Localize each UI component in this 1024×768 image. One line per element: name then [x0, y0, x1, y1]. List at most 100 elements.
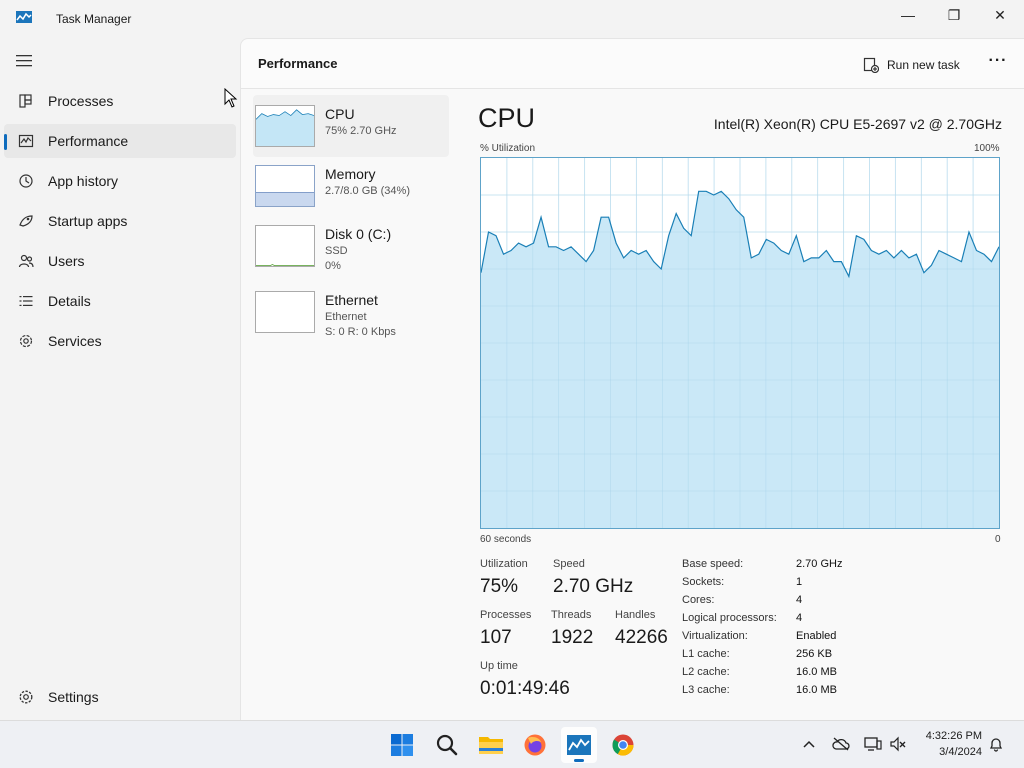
- spec-key: L3 cache:: [682, 684, 730, 696]
- spec-key: Sockets:: [682, 576, 725, 588]
- task-manager-taskbar-button[interactable]: [561, 727, 597, 763]
- start-button[interactable]: [384, 727, 420, 763]
- device-detail: 2.7/8.0 GB (34%): [325, 185, 410, 197]
- sidebar-item-label: Startup apps: [48, 213, 128, 229]
- services-icon: [19, 334, 33, 348]
- graph-y-label: % Utilization: [480, 143, 536, 154]
- cpu-utilization-graph: [480, 157, 1000, 529]
- ethernet-thumbnail-graph: [255, 291, 315, 333]
- page-title: Performance: [258, 56, 338, 71]
- sidebar-item-startup-apps[interactable]: Startup apps: [4, 204, 236, 238]
- close-button[interactable]: ✕: [977, 0, 1023, 30]
- more-options-button[interactable]: ···: [986, 52, 1010, 76]
- bell-icon: [989, 738, 1003, 752]
- sidebar-item-label: Performance: [48, 133, 129, 149]
- taskbar: 4:32:26 PM 3/4/2024: [0, 720, 1024, 768]
- maximize-button[interactable]: ❐: [931, 0, 977, 30]
- device-disk[interactable]: Disk 0 (C:) SSD 0%: [253, 215, 449, 277]
- device-name: Disk 0 (C:): [325, 226, 392, 242]
- device-detail: S: 0 R: 0 Kbps: [325, 326, 396, 338]
- show-hidden-icons-button[interactable]: [800, 735, 818, 753]
- performance-page: Performance Run new task ··· CPU 75% 2.7…: [240, 38, 1024, 720]
- volume-tray-button[interactable]: [890, 735, 908, 753]
- spec-value: 4: [796, 612, 803, 624]
- history-icon: [19, 174, 33, 188]
- file-explorer-icon: [479, 737, 503, 754]
- gear-icon: [19, 690, 33, 704]
- cpu-model-name: Intel(R) Xeon(R) CPU E5-2697 v2 @ 2.70GH…: [713, 116, 1002, 132]
- startup-icon: [19, 215, 33, 227]
- task-manager-app-icon: [16, 11, 32, 23]
- sidebar-item-performance[interactable]: Performance: [4, 124, 236, 158]
- file-explorer-button[interactable]: [473, 727, 509, 763]
- run-task-icon: [863, 57, 879, 73]
- graph-y-max-label: 100%: [974, 143, 1000, 154]
- device-detail: 75% 2.70 GHz: [325, 125, 397, 137]
- processes-icon: [19, 94, 32, 108]
- clock-date[interactable]: 3/4/2024: [912, 746, 982, 758]
- spec-value: 1: [796, 576, 803, 588]
- sidebar-item-label: Processes: [48, 93, 114, 109]
- handles-label: Handles: [615, 609, 656, 621]
- network-tray-button[interactable]: [864, 735, 882, 753]
- notifications-button[interactable]: [987, 735, 1005, 753]
- spec-value: Enabled: [796, 630, 837, 642]
- sidebar-item-label: Users: [48, 253, 85, 269]
- detail-title: CPU: [478, 103, 536, 133]
- spec-key: L1 cache:: [682, 648, 730, 660]
- device-memory[interactable]: Memory 2.7/8.0 GB (34%): [253, 155, 449, 217]
- cpu-thumbnail-graph: [255, 105, 315, 147]
- uptime-label: Up time: [480, 660, 518, 672]
- device-name: CPU: [325, 106, 355, 122]
- title-bar: Task Manager — ❐ ✕: [0, 0, 1024, 38]
- run-new-task-label: Run new task: [887, 58, 960, 72]
- sidebar-item-users[interactable]: Users: [4, 244, 236, 278]
- spec-key: Cores:: [682, 594, 715, 606]
- sidebar-item-services[interactable]: Services: [4, 324, 236, 358]
- device-cpu[interactable]: CPU 75% 2.70 GHz: [253, 95, 449, 157]
- sidebar-item-details[interactable]: Details: [4, 284, 236, 318]
- speed-value: 2.70 GHz: [553, 576, 634, 597]
- task-manager-icon: [567, 735, 591, 755]
- search-icon: [436, 734, 458, 756]
- search-button[interactable]: [429, 727, 465, 763]
- users-icon: [18, 254, 34, 268]
- spec-key: Logical processors:: [682, 612, 777, 624]
- volume-muted-icon: [890, 736, 906, 752]
- spec-value: 16.0 MB: [796, 666, 837, 678]
- clock-time[interactable]: 4:32:26 PM: [912, 730, 982, 742]
- chrome-button[interactable]: [605, 727, 641, 763]
- device-name: Ethernet: [325, 292, 378, 308]
- network-icon: [864, 737, 882, 751]
- sidebar-item-label: App history: [48, 173, 119, 189]
- device-detail: 0%: [325, 260, 341, 272]
- graph-x-label: 60 seconds: [480, 534, 532, 545]
- handles-value: 42266: [615, 627, 668, 648]
- processes-value: 107: [480, 627, 512, 648]
- window-title: Task Manager: [56, 12, 132, 26]
- spec-value: 256 KB: [796, 648, 833, 660]
- run-new-task-button[interactable]: Run new task: [863, 54, 960, 76]
- disk-thumbnail-graph: [255, 225, 315, 267]
- sidebar-item-settings[interactable]: Settings: [4, 680, 236, 714]
- spec-value: 16.0 MB: [796, 684, 837, 696]
- sidebar-item-app-history[interactable]: App history: [4, 164, 236, 198]
- spec-value: 2.70 GHz: [796, 558, 843, 570]
- onedrive-tray-button[interactable]: [832, 735, 850, 753]
- sidebar-item-processes[interactable]: Processes: [4, 84, 236, 118]
- graph-x-min-label: 0: [995, 534, 1001, 545]
- firefox-button[interactable]: [517, 727, 553, 763]
- mouse-cursor-icon: [224, 88, 238, 108]
- device-ethernet[interactable]: Ethernet Ethernet S: 0 R: 0 Kbps: [253, 281, 449, 343]
- chevron-up-icon: [803, 740, 815, 748]
- hamburger-menu-icon[interactable]: [16, 54, 34, 68]
- device-detail: Ethernet: [325, 311, 367, 323]
- threads-label: Threads: [551, 609, 592, 621]
- memory-thumbnail-graph: [255, 165, 315, 207]
- device-name: Memory: [325, 166, 376, 182]
- start-icon: [391, 734, 413, 756]
- speed-label: Speed: [553, 558, 585, 570]
- spec-key: L2 cache:: [682, 666, 730, 678]
- processes-label: Processes: [480, 609, 532, 621]
- minimize-button[interactable]: —: [885, 0, 931, 30]
